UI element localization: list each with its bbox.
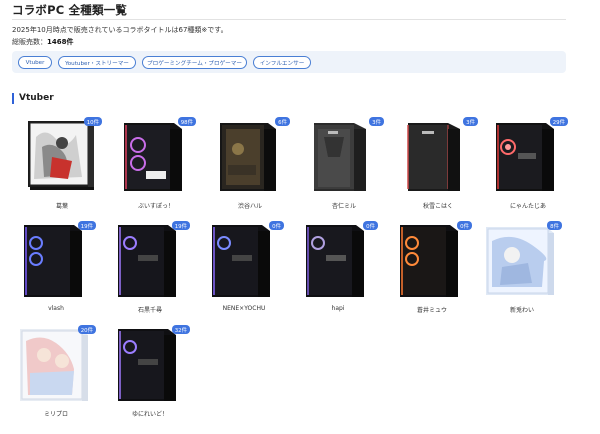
product-name: ゆにれいど！ — [131, 411, 168, 418]
count-badge: 8件 — [547, 221, 562, 230]
count-badge: 19件 — [171, 221, 190, 230]
count-badge: 0件 — [457, 221, 472, 230]
product-card-hapi[interactable]: 0件 hapi — [298, 221, 378, 317]
product-card-shibuya-hal[interactable]: 6件 渋谷ハル — [210, 117, 290, 213]
count-badge: 29件 — [549, 117, 568, 126]
category-filter-bar: Vtuber Youtuber・ストリーマー プロゲーミングチーム・プロゲーマー… — [12, 51, 566, 73]
product-name: hapi — [331, 305, 345, 312]
total-sales-label: 総販売数： — [12, 38, 47, 46]
product-name: vlash — [48, 305, 64, 312]
count-badge: 19件 — [77, 221, 96, 230]
product-card-yunireido[interactable]: 32件 ゆにれいど！ — [110, 325, 190, 421]
product-name: 杏仁ミル — [331, 203, 356, 210]
pc-case-image — [204, 221, 284, 301]
intro-text: 2025年10月時点で販売されているコラボタイトルは67種類※です。 — [12, 26, 228, 34]
product-name: 渋谷ハル — [237, 203, 262, 210]
product-card-vlash[interactable]: 19件 vlash — [16, 221, 96, 317]
section-title-vtuber: Vtuber — [19, 93, 54, 103]
title-divider — [12, 19, 566, 20]
product-card-milipro[interactable]: 20件 ミリプロ — [16, 325, 96, 421]
pc-case-image — [392, 221, 472, 301]
count-badge: 6件 — [275, 117, 290, 126]
product-card-kuzuha[interactable]: 10件 葛葉 — [22, 117, 102, 213]
count-badge: 0件 — [269, 221, 284, 230]
count-badge: 10件 — [83, 117, 102, 126]
product-name: ぶいすぽっ！ — [137, 203, 174, 210]
product-name: 秋雪こはく — [422, 203, 453, 210]
section-accent-bar — [12, 93, 14, 104]
product-card-aoi-myu[interactable]: 0件 蒼井ミュウ — [392, 221, 472, 317]
filter-chip-influencer[interactable]: インフルエンサー — [253, 56, 311, 69]
product-name: NENE×YOCHU — [222, 305, 266, 312]
product-card-ishiguro-chihiro[interactable]: 19件 石黒千尋 — [110, 221, 190, 317]
product-card-annin-miru[interactable]: 3件 杏仁ミル — [304, 117, 384, 213]
product-name: 蒼井ミュウ — [416, 307, 447, 314]
product-name: にゃんたじあ — [509, 203, 546, 210]
filter-chip-pro-gaming[interactable]: プロゲーミングチーム・プロゲーマー — [142, 56, 247, 69]
count-badge: 0件 — [363, 221, 378, 230]
product-card-akiyuki-kohaku[interactable]: 3件 秋雪こはく — [398, 117, 478, 213]
page-title: コラボPC 全種類一覧 — [12, 3, 128, 17]
pc-case-image — [110, 325, 190, 405]
pc-case-image — [16, 221, 96, 301]
product-card-nene-yochu[interactable]: 0件 NENE×YOCHU — [204, 221, 284, 317]
total-sales: 総販売数：1468件 — [12, 37, 73, 47]
pc-case-image — [110, 221, 190, 301]
product-card-nyantasia[interactable]: 29件 にゃんたじあ — [488, 117, 568, 213]
pc-case-image — [398, 117, 478, 197]
count-badge: 98件 — [177, 117, 196, 126]
count-badge: 3件 — [463, 117, 478, 126]
pc-case-image — [482, 221, 562, 301]
product-name: 葛葉 — [55, 203, 68, 210]
total-sales-value: 1468件 — [47, 38, 74, 46]
product-name: ミリプロ — [43, 411, 68, 418]
product-card-shinto-wai[interactable]: 8件 新兎わい — [482, 221, 562, 317]
pc-case-image — [488, 117, 568, 197]
pc-case-image — [16, 325, 96, 405]
count-badge: 32件 — [171, 325, 190, 334]
count-badge: 3件 — [369, 117, 384, 126]
pc-case-image — [22, 117, 102, 197]
pc-case-image — [304, 117, 384, 197]
filter-chip-youtuber[interactable]: Youtuber・ストリーマー — [58, 56, 136, 69]
product-name: 新兎わい — [509, 307, 534, 314]
pc-case-image — [116, 117, 196, 197]
pc-case-image — [210, 117, 290, 197]
count-badge: 20件 — [77, 325, 96, 334]
product-name: 石黒千尋 — [137, 307, 162, 314]
filter-chip-vtuber[interactable]: Vtuber — [18, 56, 52, 69]
pc-case-image — [298, 221, 378, 301]
product-card-vspo[interactable]: 98件 ぶいすぽっ！ — [116, 117, 196, 213]
